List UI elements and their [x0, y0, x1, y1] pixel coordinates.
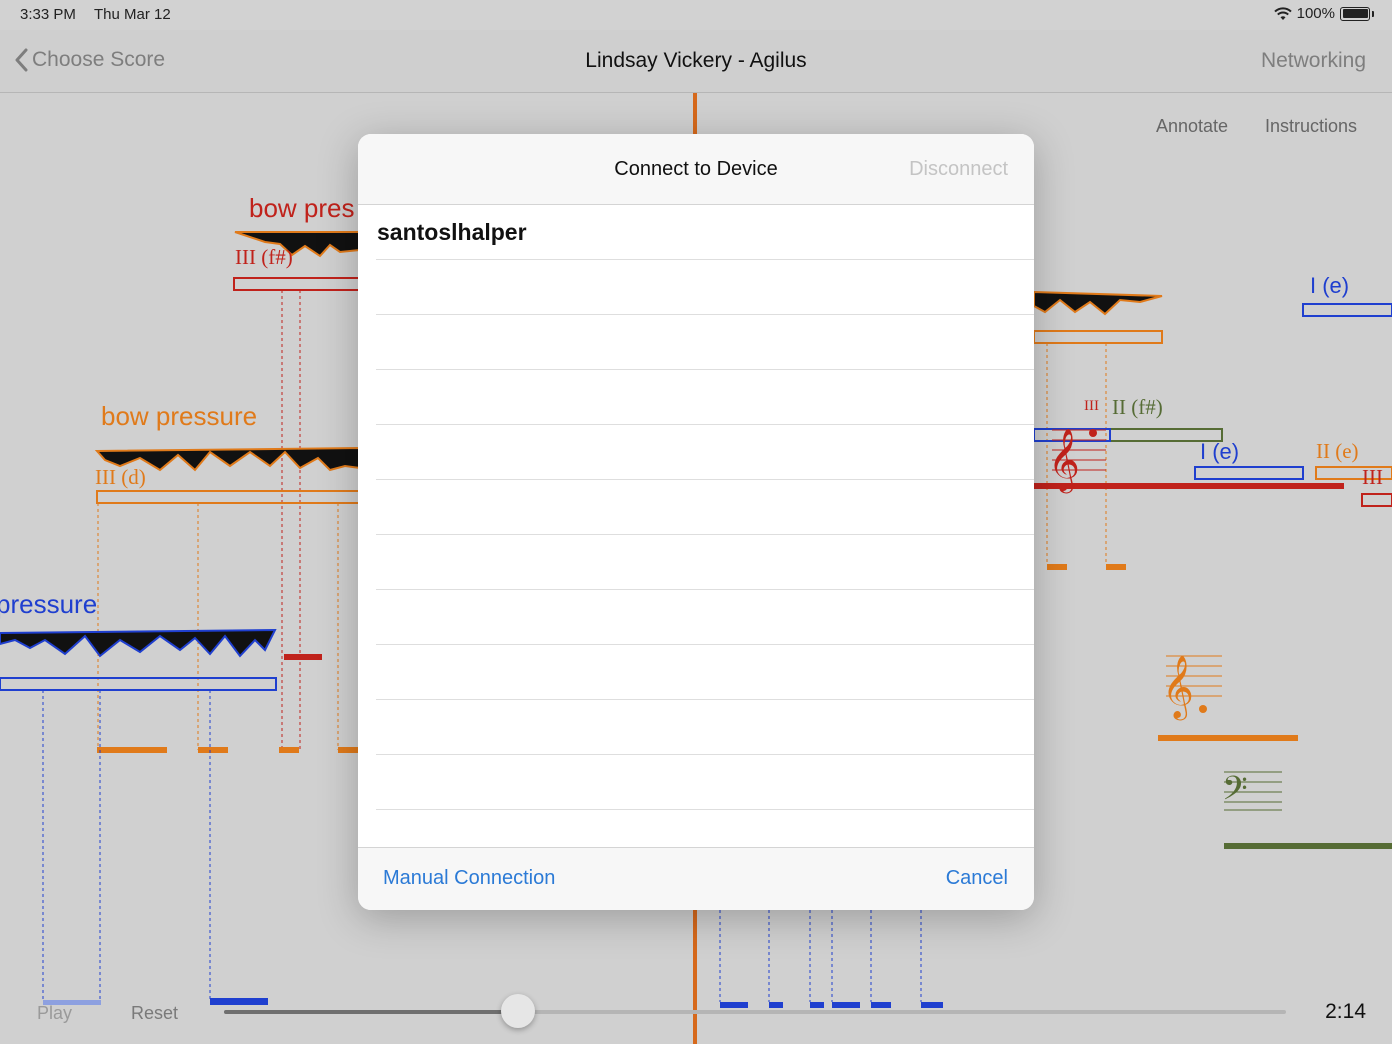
- reset-button[interactable]: Reset: [131, 1003, 178, 1024]
- orange-note-bar: [279, 747, 299, 753]
- orange-note-bar: [1106, 564, 1126, 570]
- string-label: I (e): [1200, 439, 1240, 464]
- green-note-bar: [1224, 843, 1392, 849]
- red-staff-box-right: [1361, 493, 1392, 507]
- disconnect-button[interactable]: Disconnect: [909, 158, 1008, 181]
- playback-slider[interactable]: [224, 994, 1286, 1028]
- battery-percent: 100%: [1296, 5, 1335, 22]
- device-row[interactable]: [376, 755, 1034, 810]
- status-time: 3:33 PM: [20, 6, 76, 23]
- playback-slider-fill: [224, 1010, 519, 1014]
- orange-note-bar: [1158, 735, 1298, 741]
- device-row[interactable]: [376, 480, 1034, 535]
- bow-pressure-shape-blue: [0, 628, 277, 658]
- bow-pressure-label: bow pressure: [101, 401, 258, 431]
- playback-controls: Play Reset 2:14: [0, 990, 1392, 1044]
- string-label: II (e): [1316, 439, 1359, 463]
- device-row[interactable]: [376, 370, 1034, 425]
- manual-connection-button[interactable]: Manual Connection: [383, 867, 555, 890]
- bow-pressure-label: pressure: [0, 589, 98, 619]
- red-staff-box: [233, 277, 365, 291]
- device-row[interactable]: [376, 700, 1034, 755]
- red-note-bar: [284, 654, 322, 660]
- page-title: Lindsay Vickery - Agilus: [585, 49, 807, 72]
- networking-button[interactable]: Networking: [1261, 49, 1366, 73]
- play-button[interactable]: Play: [37, 1003, 72, 1024]
- string-label: I (e): [1310, 273, 1350, 298]
- device-row[interactable]: [376, 315, 1034, 370]
- connect-device-dialog: Connect to Device Disconnect santoslhalp…: [358, 134, 1034, 910]
- orange-note-bar: [1047, 564, 1067, 570]
- bow-pressure-shape-right: [1033, 290, 1163, 316]
- orange-note-bar: [338, 747, 360, 753]
- device-row[interactable]: [376, 645, 1034, 700]
- status-bar: 3:33 PM Thu Mar 12 100%: [0, 0, 1392, 30]
- string-label: III (f#): [235, 245, 293, 269]
- cancel-button[interactable]: Cancel: [946, 867, 1008, 890]
- device-row[interactable]: [376, 590, 1034, 645]
- orange-staff-box-right: [1033, 330, 1163, 344]
- string-label: II (f#): [1112, 395, 1163, 419]
- dialog-header: Connect to Device Disconnect: [358, 134, 1034, 205]
- bow-pressure-label: bow pres: [249, 193, 355, 223]
- device-row[interactable]: [376, 260, 1034, 315]
- status-right: 100%: [1273, 5, 1374, 22]
- bass-clef-icon: 𝄢: [1222, 770, 1248, 816]
- orange-note-bar: [198, 747, 228, 753]
- blue-staff-box-i-e: [1194, 466, 1304, 480]
- navigation-bar: Choose Score Lindsay Vickery - Agilus Ne…: [0, 30, 1392, 93]
- dialog-footer: Manual Connection Cancel: [358, 847, 1034, 910]
- blue-staff-box-right: [1302, 303, 1392, 317]
- annotate-button[interactable]: Annotate: [1156, 116, 1228, 137]
- string-label: III (d): [95, 465, 146, 489]
- playback-slider-thumb[interactable]: [501, 994, 536, 1028]
- orange-note-bar: [97, 747, 167, 753]
- blue-staff-box: [0, 677, 277, 691]
- red-note-bar-long: [1034, 483, 1344, 489]
- battery-icon: [1340, 6, 1374, 21]
- orange-staff-box: [96, 490, 363, 504]
- wifi-icon: [1273, 6, 1292, 20]
- device-row[interactable]: [376, 535, 1034, 590]
- treble-clef-icon: 𝄞: [1162, 655, 1194, 721]
- device-list: santoslhalper: [376, 205, 1034, 865]
- treble-clef-icon: 𝄞: [1048, 428, 1080, 494]
- string-label: III: [1084, 398, 1099, 414]
- note-head: [1089, 429, 1097, 437]
- instructions-button[interactable]: Instructions: [1265, 116, 1357, 137]
- elapsed-time: 2:14: [1325, 1000, 1366, 1023]
- note-head: [1199, 705, 1207, 713]
- status-date: Thu Mar 12: [94, 6, 171, 23]
- device-row[interactable]: santoslhalper: [376, 205, 1034, 260]
- device-row[interactable]: [376, 425, 1034, 480]
- string-label: III: [1362, 465, 1383, 489]
